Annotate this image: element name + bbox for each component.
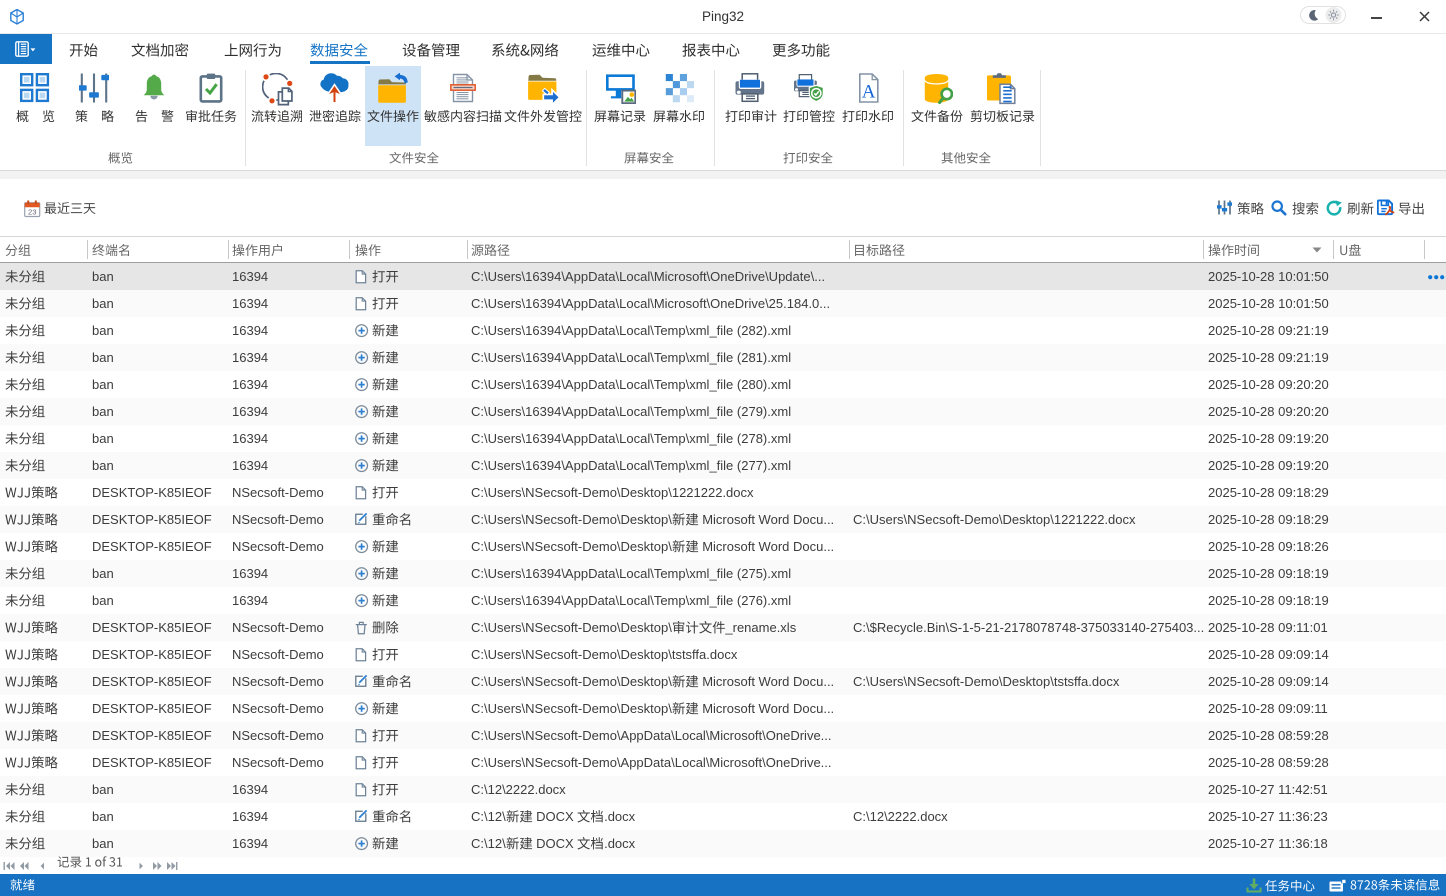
svg-text:23: 23 [28, 207, 36, 216]
svg-text:A: A [862, 82, 876, 103]
